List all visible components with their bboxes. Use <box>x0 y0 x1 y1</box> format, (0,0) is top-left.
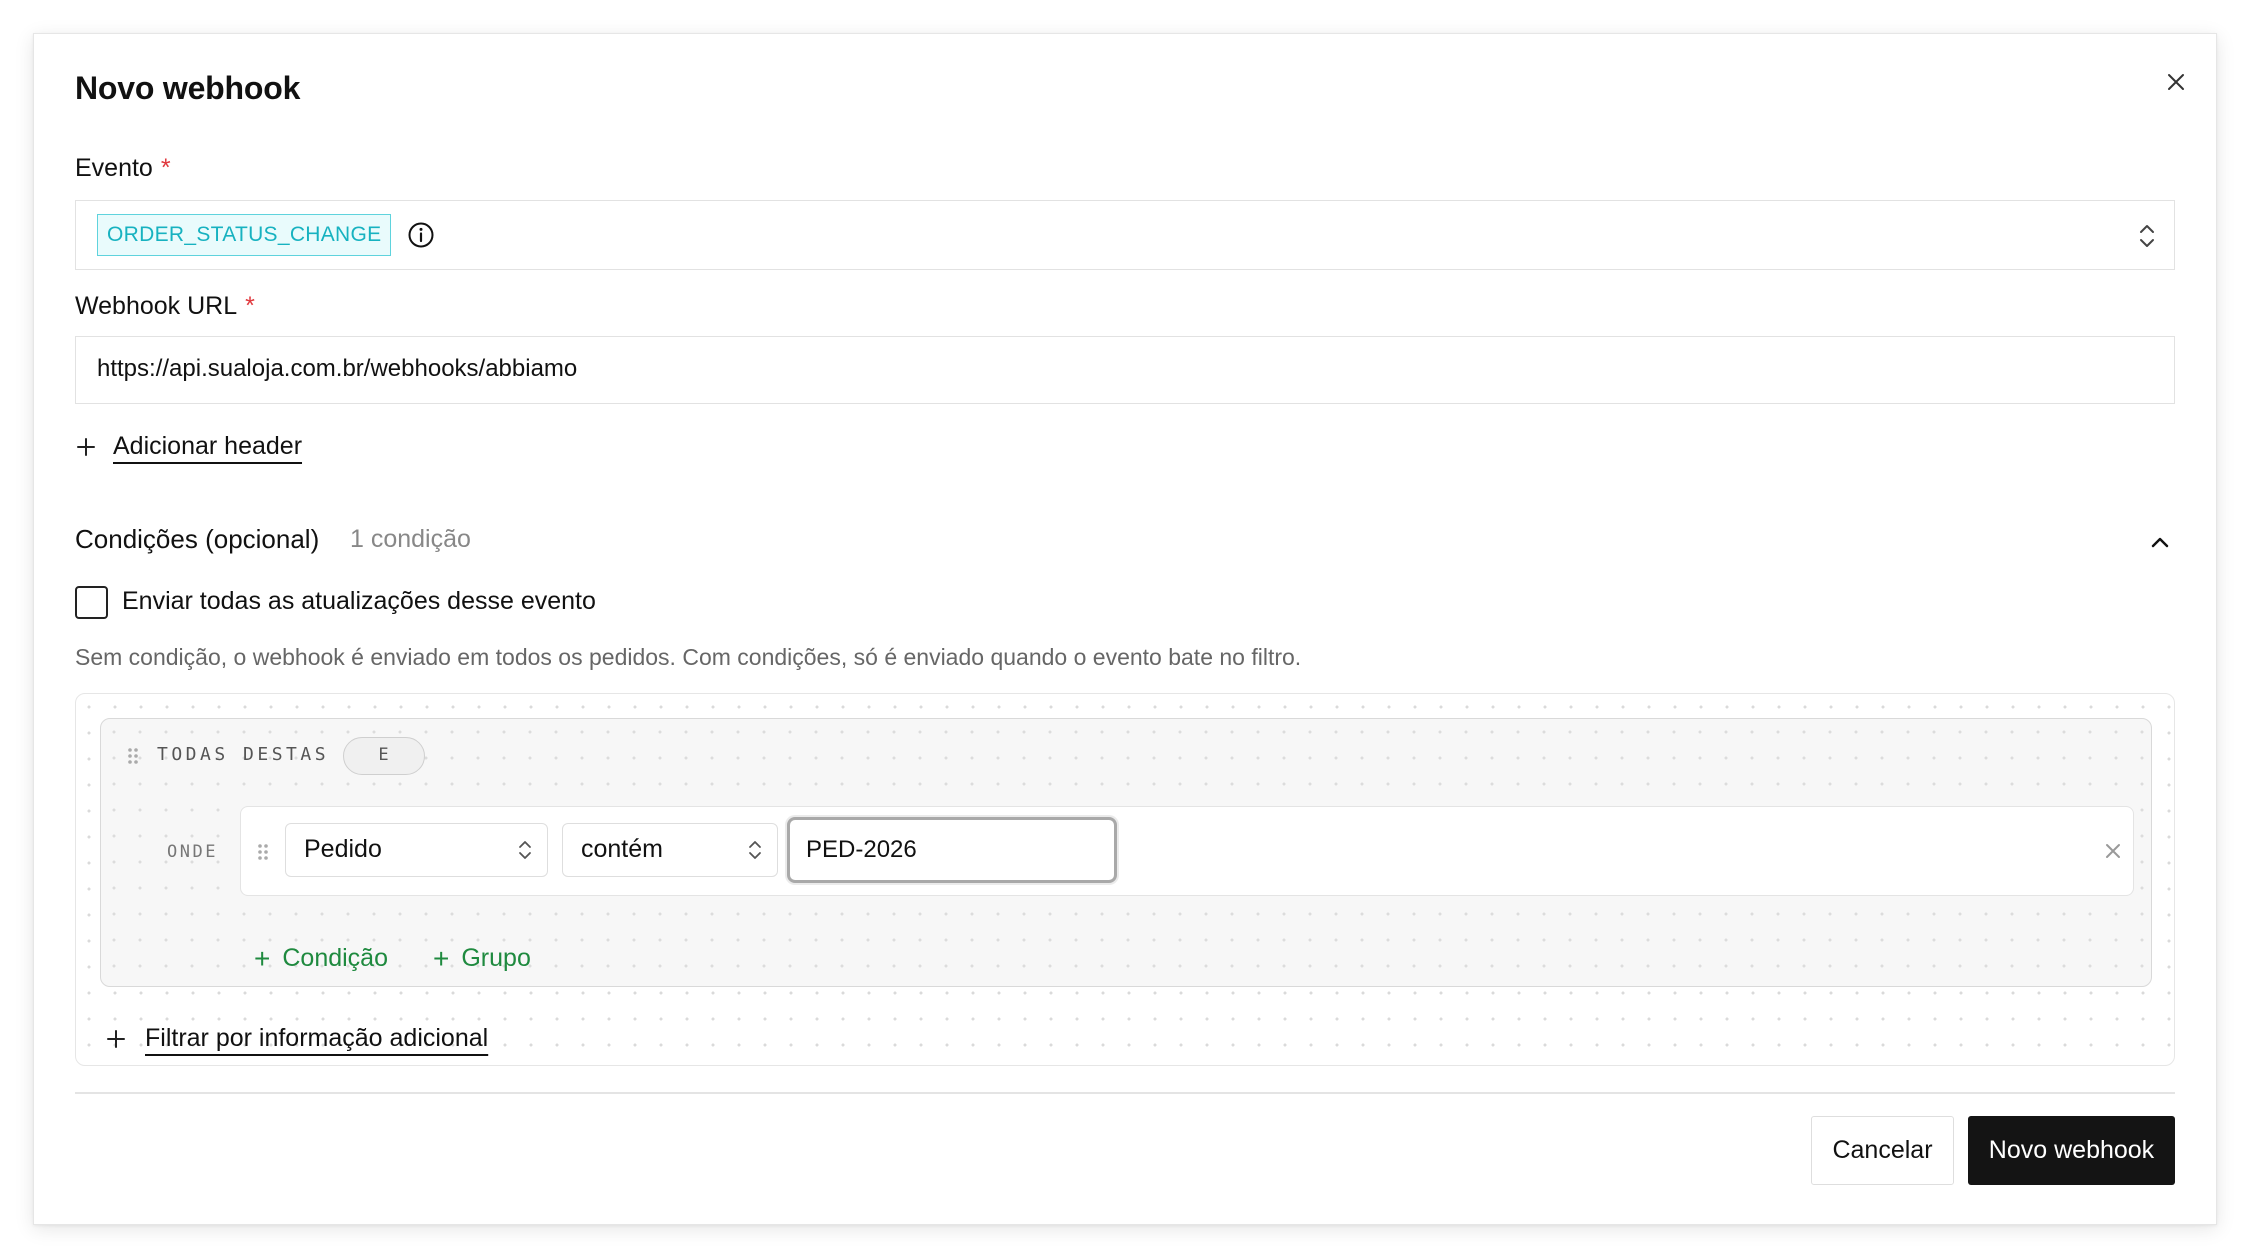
close-icon <box>2168 74 2184 90</box>
cancel-button[interactable]: Cancelar <box>1811 1116 1954 1185</box>
add-condition-button[interactable]: + Condição <box>254 944 388 973</box>
conditions-title: Condições (opcional) <box>75 524 320 554</box>
group-operator-toggle[interactable]: E <box>343 737 425 775</box>
remove-condition-icon[interactable] <box>2101 839 2125 863</box>
send-all-checkbox[interactable] <box>75 586 108 619</box>
modal-title: Novo webhook <box>75 70 301 106</box>
extra-filter-label: Filtrar por informação adicional <box>145 1024 489 1052</box>
close-button[interactable] <box>2154 60 2198 104</box>
webhook-url-input[interactable]: https://api.sualoja.com.br/webhooks/abbi… <box>75 336 2175 404</box>
chevron-up-icon[interactable] <box>2146 528 2174 556</box>
group-label: TODAS DESTAS <box>157 744 330 765</box>
new-webhook-modal: Novo webhook Evento * ORDER_STATUS_CHANGE… <box>33 33 2217 1225</box>
plus-icon <box>107 1029 125 1048</box>
condition-value-input[interactable]: PED-2026 <box>787 817 1117 883</box>
conditions-hint: Sem condição, o webhook é enviado em tod… <box>75 644 1302 670</box>
plus-icon: + <box>254 942 271 974</box>
condition-field-select[interactable]: Pedido <box>285 823 548 877</box>
add-group-button[interactable]: + Grupo <box>433 944 531 973</box>
plus-icon: + <box>433 942 450 974</box>
selected-event-tag[interactable]: ORDER_STATUS_CHANGE <box>97 214 392 256</box>
required-mark: * <box>160 154 171 182</box>
submit-button[interactable]: Novo webhook <box>1968 1116 2175 1185</box>
chevron-up-down-icon <box>749 841 761 859</box>
add-header-button[interactable]: Adicionar header <box>75 432 302 461</box>
where-label: ONDE <box>167 842 218 862</box>
footer-divider <box>75 1092 2175 1094</box>
drag-handle-icon[interactable] <box>126 746 140 766</box>
plus-icon <box>77 437 95 456</box>
drag-handle-icon[interactable] <box>256 842 270 862</box>
info-icon[interactable] <box>407 221 435 249</box>
condition-row: Pedido contém PED-2026 <box>240 806 2134 896</box>
condition-operator-select[interactable]: contém <box>562 823 778 877</box>
evento-label: Evento * <box>75 154 171 182</box>
add-header-label: Adicionar header <box>113 432 303 460</box>
required-mark: * <box>245 292 255 320</box>
chevron-up-down-icon <box>519 841 531 859</box>
webhook-url-label: Webhook URL * <box>75 292 255 320</box>
conditions-count: 1 condição <box>350 525 471 553</box>
chevron-up-down-icon <box>2140 225 2154 247</box>
evento-select[interactable]: ORDER_STATUS_CHANGE <box>75 200 2175 270</box>
send-all-label: Enviar todas as atualizações desse event… <box>122 587 596 615</box>
extra-filter-button[interactable]: Filtrar por informação adicional <box>105 1024 488 1053</box>
